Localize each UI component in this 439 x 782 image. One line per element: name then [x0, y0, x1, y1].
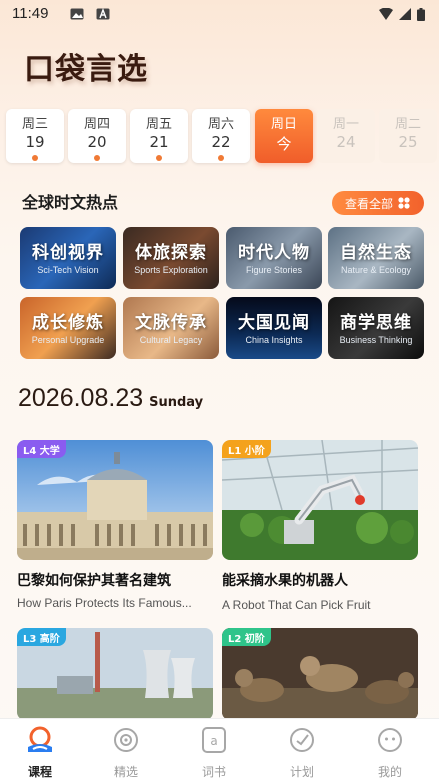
tab-label: 我的	[377, 765, 402, 779]
topic-nature[interactable]: 自然生态 Nature & Ecology	[328, 227, 424, 289]
topic-subtitle: Nature & Ecology	[340, 265, 412, 275]
day-number: 22	[211, 133, 231, 151]
plan-icon	[290, 728, 314, 752]
topic-sci-tech[interactable]: 科创视界 Sci-Tech Vision	[20, 227, 116, 289]
topic-china[interactable]: 大国见闻 China Insights	[226, 297, 322, 359]
article-image-robot[interactable]: L1 小阶	[222, 440, 418, 560]
topic-subtitle: China Insights	[245, 335, 303, 345]
checkin-dot	[94, 155, 100, 161]
article-image-louvre[interactable]: L4 大学	[17, 440, 213, 560]
day-mon[interactable]: 周一 24	[317, 109, 375, 163]
topic-subtitle: Sports Exploration	[134, 265, 208, 275]
topic-subtitle: Personal Upgrade	[31, 335, 105, 345]
day-number: 19	[25, 133, 45, 151]
tab-label: 计划	[289, 765, 314, 779]
battery-icon	[417, 8, 425, 21]
wifi-icon	[379, 8, 393, 20]
day-sat[interactable]: 周六 22	[192, 109, 250, 163]
day-fri[interactable]: 周五 21	[130, 109, 188, 163]
topic-subtitle: Business Thinking	[339, 335, 413, 345]
day-name: 周日	[270, 117, 297, 132]
tab-profile[interactable]: 我的	[360, 725, 420, 780]
topic-figures[interactable]: 时代人物 Figure Stories	[226, 227, 322, 289]
topic-subtitle: Figure Stories	[245, 265, 303, 275]
day-name: 周二	[394, 117, 421, 132]
svg-text:a: a	[210, 734, 217, 748]
topic-culture[interactable]: 文脉传承 Cultural Legacy	[123, 297, 219, 359]
day-wed[interactable]: 周三 19	[6, 109, 64, 163]
date-text: 2026.08.23	[18, 384, 144, 412]
topic-subtitle: Sci-Tech Vision	[37, 265, 99, 275]
article-image-wolves[interactable]: L2 初阶	[222, 628, 418, 720]
topic-name: 文脉传承	[135, 313, 207, 333]
checkin-dot	[218, 155, 224, 161]
day-name: 周三	[21, 117, 48, 132]
level-badge: L4 大学	[17, 440, 66, 458]
tab-plan[interactable]: 计划	[272, 725, 332, 780]
day-thu[interactable]: 周四 20	[68, 109, 126, 163]
weekday-text: Sunday	[149, 395, 204, 410]
gallery-icon	[70, 8, 84, 20]
day-number: 25	[398, 133, 418, 151]
topic-name: 成长修炼	[32, 313, 104, 333]
status-time: 11:49	[12, 5, 49, 22]
day-name: 周一	[332, 117, 359, 132]
article-image-power-plant[interactable]: L3 高阶	[17, 628, 213, 720]
tab-featured[interactable]: 精选	[96, 725, 156, 780]
robot-illustration	[222, 440, 418, 560]
view-all-button[interactable]: 查看全部	[332, 191, 424, 215]
day-number: 今	[276, 135, 292, 153]
checkin-dot	[156, 155, 162, 161]
day-name: 周五	[145, 117, 172, 132]
tab-label: 精选	[113, 765, 138, 779]
section-title-hot: 全球时文热点	[22, 193, 119, 212]
topic-business[interactable]: 商学思维 Business Thinking	[328, 297, 424, 359]
day-name: 周四	[83, 117, 110, 132]
day-number: 21	[149, 133, 169, 151]
day-name: 周六	[207, 117, 234, 132]
topic-sports[interactable]: 体旅探索 Sports Exploration	[123, 227, 219, 289]
article-title[interactable]: 巴黎如何保护其著名建筑	[17, 570, 171, 590]
article-subtitle: How Paris Protects Its Famous...	[17, 596, 192, 610]
topic-subtitle: Cultural Legacy	[139, 335, 203, 345]
week-selector: 周三 19 周四 20 周五 21 周六 22 周日 今 周一 24 周二 25	[6, 109, 439, 167]
status-bar: 11:49	[0, 0, 439, 30]
a-icon	[96, 8, 110, 20]
topic-name: 自然生态	[340, 243, 412, 263]
app-logo: 口袋言选	[24, 52, 148, 87]
profile-icon	[378, 728, 402, 752]
wordbook-icon: a	[202, 727, 226, 753]
feed-date: 2026.08.23 Sunday	[18, 384, 203, 413]
topic-name: 科创视界	[32, 243, 104, 263]
featured-icon	[114, 728, 138, 752]
bottom-tab-bar: 课程 精选 a 词书 计划 我的	[0, 718, 439, 782]
checkin-dot	[32, 155, 38, 161]
view-all-label: 查看全部	[344, 196, 393, 211]
level-badge: L3 高阶	[17, 628, 66, 646]
topic-name: 大国见闻	[238, 313, 310, 333]
tab-label: 词书	[201, 765, 226, 779]
grid-icon	[398, 197, 410, 209]
louvre-illustration	[17, 440, 213, 560]
level-badge: L1 小阶	[222, 440, 271, 458]
day-number: 24	[336, 133, 356, 151]
day-tue[interactable]: 周二 25	[379, 109, 437, 163]
tab-label: 课程	[27, 765, 52, 779]
tab-course[interactable]: 课程	[10, 725, 70, 780]
article-subtitle: A Robot That Can Pick Fruit	[222, 598, 371, 612]
topic-name: 时代人物	[238, 243, 310, 263]
day-sun-today[interactable]: 周日 今	[255, 109, 313, 163]
article-title[interactable]: 能采摘水果的机器人	[222, 570, 348, 590]
topic-growth[interactable]: 成长修炼 Personal Upgrade	[20, 297, 116, 359]
course-icon	[28, 726, 52, 752]
topic-name: 商学思维	[340, 313, 412, 333]
topic-name: 体旅探索	[135, 243, 207, 263]
day-number: 20	[87, 133, 107, 151]
signal-icon	[399, 8, 411, 20]
level-badge: L2 初阶	[222, 628, 271, 646]
tab-wordbook[interactable]: a 词书	[184, 725, 244, 780]
